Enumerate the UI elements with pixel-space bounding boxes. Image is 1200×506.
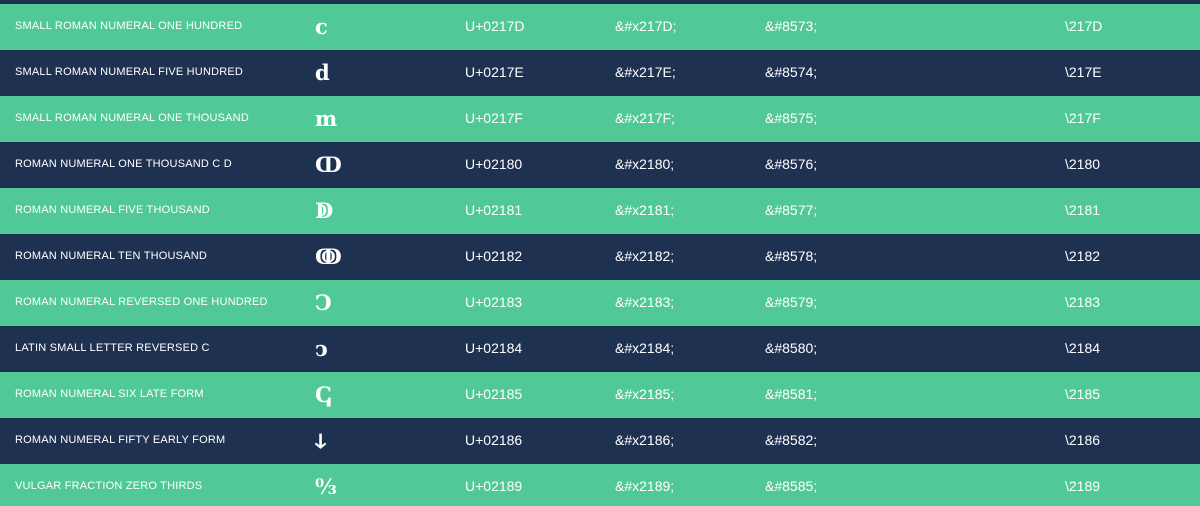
character-name: SMALL ROMAN NUMERAL FIVE HUNDRED <box>15 66 244 78</box>
css-code: \2186 <box>1065 432 1101 448</box>
character-glyph: Ↄ <box>315 290 332 315</box>
hex-entity: &#x2186; <box>615 432 675 448</box>
table-row: ROMAN NUMERAL FIFTY EARLY FORM ↆ U+02186… <box>0 418 1200 464</box>
character-glyph: ↆ <box>315 428 327 453</box>
table-row: VULGAR FRACTION ZERO THIRDS ↉ U+02189 &#… <box>0 464 1200 506</box>
hex-entity: &#x2182; <box>615 248 675 264</box>
unicode-code: U+02181 <box>465 202 523 218</box>
table-row: ROMAN NUMERAL SIX LATE FORM ↅ U+02185 &#… <box>0 372 1200 418</box>
unicode-code: U+0217D <box>465 18 525 34</box>
decimal-entity: &#8577; <box>765 202 818 218</box>
hex-entity: &#x2181; <box>615 202 675 218</box>
table-row: ROMAN NUMERAL ONE THOUSAND C D ↀ U+02180… <box>0 142 1200 188</box>
character-name: ROMAN NUMERAL SIX LATE FORM <box>15 388 204 400</box>
character-name: SMALL ROMAN NUMERAL ONE THOUSAND <box>15 112 249 124</box>
character-table: SMALL ROMAN NUMERAL ONE HUNDRED ⅽ U+0217… <box>0 0 1200 506</box>
css-code: \217E <box>1065 64 1102 80</box>
css-code: \217D <box>1065 18 1103 34</box>
unicode-code: U+0217E <box>465 64 524 80</box>
table-row: LATIN SMALL LETTER REVERSED C ↄ U+02184 … <box>0 326 1200 372</box>
hex-entity: &#x217F; <box>615 110 675 126</box>
table-row: SMALL ROMAN NUMERAL ONE THOUSAND ⅿ U+021… <box>0 96 1200 142</box>
css-code: \2184 <box>1065 340 1101 356</box>
hex-entity: &#x217D; <box>615 18 677 34</box>
unicode-code: U+02182 <box>465 248 523 264</box>
character-glyph: ⅽ <box>315 14 328 39</box>
css-code: \2180 <box>1065 156 1101 172</box>
character-glyph: ↄ <box>315 336 328 361</box>
character-name: ROMAN NUMERAL REVERSED ONE HUNDRED <box>15 296 268 308</box>
decimal-entity: &#8581; <box>765 386 818 402</box>
decimal-entity: &#8575; <box>765 110 818 126</box>
character-name: ROMAN NUMERAL FIFTY EARLY FORM <box>15 434 226 446</box>
hex-entity: &#x2189; <box>615 478 675 494</box>
decimal-entity: &#8574; <box>765 64 818 80</box>
character-name: ROMAN NUMERAL TEN THOUSAND <box>15 250 208 262</box>
character-glyph: ⅾ <box>315 60 330 85</box>
unicode-code: U+02184 <box>465 340 523 356</box>
decimal-entity: &#8576; <box>765 156 818 172</box>
table-row: ROMAN NUMERAL TEN THOUSAND ↂ U+02182 &#x… <box>0 234 1200 280</box>
unicode-code: U+02185 <box>465 386 523 402</box>
table-row: SMALL ROMAN NUMERAL FIVE HUNDRED ⅾ U+021… <box>0 50 1200 96</box>
hex-entity: &#x217E; <box>615 64 676 80</box>
css-code: \2182 <box>1065 248 1101 264</box>
unicode-code: U+02183 <box>465 294 523 310</box>
unicode-code: U+02180 <box>465 156 523 172</box>
character-name: VULGAR FRACTION ZERO THIRDS <box>15 480 203 492</box>
character-glyph: ↁ <box>315 198 334 223</box>
css-code: \2181 <box>1065 202 1101 218</box>
character-name: LATIN SMALL LETTER REVERSED C <box>15 342 210 354</box>
hex-entity: &#x2185; <box>615 386 675 402</box>
character-name: ROMAN NUMERAL ONE THOUSAND C D <box>15 158 232 170</box>
character-glyph: ⅿ <box>315 106 338 131</box>
character-name: ROMAN NUMERAL FIVE THOUSAND <box>15 204 210 216</box>
table-row: ROMAN NUMERAL REVERSED ONE HUNDRED Ↄ U+0… <box>0 280 1200 326</box>
hex-entity: &#x2180; <box>615 156 675 172</box>
decimal-entity: &#8580; <box>765 340 818 356</box>
character-glyph: ↂ <box>315 244 342 269</box>
decimal-entity: &#8582; <box>765 432 818 448</box>
character-glyph: ↅ <box>315 382 332 407</box>
unicode-code: U+0217F <box>465 110 523 126</box>
character-glyph: ↉ <box>315 474 337 499</box>
table-row: SMALL ROMAN NUMERAL ONE HUNDRED ⅽ U+0217… <box>0 4 1200 50</box>
hex-entity: &#x2183; <box>615 294 675 310</box>
unicode-code: U+02189 <box>465 478 523 494</box>
decimal-entity: &#8585; <box>765 478 818 494</box>
decimal-entity: &#8578; <box>765 248 818 264</box>
table-row: ROMAN NUMERAL FIVE THOUSAND ↁ U+02181 &#… <box>0 188 1200 234</box>
css-code: \2189 <box>1065 478 1101 494</box>
unicode-code: U+02186 <box>465 432 523 448</box>
css-code: \217F <box>1065 110 1101 126</box>
hex-entity: &#x2184; <box>615 340 675 356</box>
character-name: SMALL ROMAN NUMERAL ONE HUNDRED <box>15 20 243 32</box>
css-code: \2185 <box>1065 386 1101 402</box>
decimal-entity: &#8573; <box>765 18 818 34</box>
css-code: \2183 <box>1065 294 1101 310</box>
character-glyph: ↀ <box>315 152 342 177</box>
decimal-entity: &#8579; <box>765 294 818 310</box>
